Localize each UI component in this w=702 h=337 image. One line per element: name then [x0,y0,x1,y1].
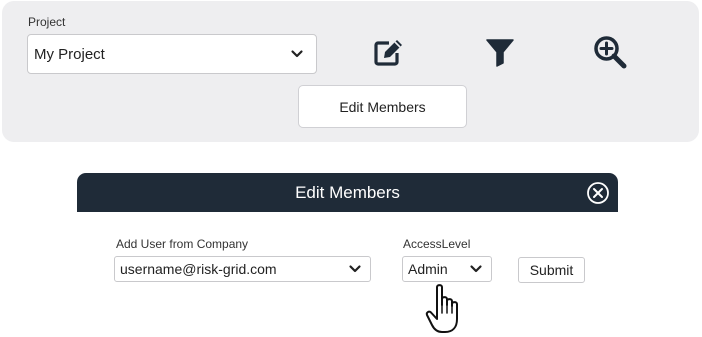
add-user-label: Add User from Company [116,237,249,251]
add-user-select-value: username@risk-grid.com [120,261,277,277]
modal-header: Edit Members [77,173,618,212]
access-level-label: AccessLevel [403,237,471,251]
chevron-down-icon [291,50,303,58]
access-level-select-value: Admin [408,261,448,277]
chevron-down-icon [349,265,361,273]
chevron-down-icon [470,265,482,273]
filter-icon[interactable] [483,35,517,69]
access-level-select[interactable]: Admin [402,256,492,282]
project-select[interactable]: My Project [27,34,317,74]
edit-icon[interactable] [372,35,406,69]
hand-cursor-icon [425,284,458,333]
project-select-value: My Project [34,45,105,63]
add-user-select[interactable]: username@risk-grid.com [114,256,371,282]
submit-button[interactable]: Submit [518,257,585,283]
close-icon[interactable] [586,181,610,205]
project-label: Project [28,15,66,29]
project-panel: Project My Project Edit Members [2,1,699,142]
edit-members-button[interactable]: Edit Members [298,85,467,128]
modal-title: Edit Members [295,182,400,202]
zoom-in-icon[interactable] [593,35,627,69]
page: Project My Project Edit Members Edit Mem… [0,0,702,337]
